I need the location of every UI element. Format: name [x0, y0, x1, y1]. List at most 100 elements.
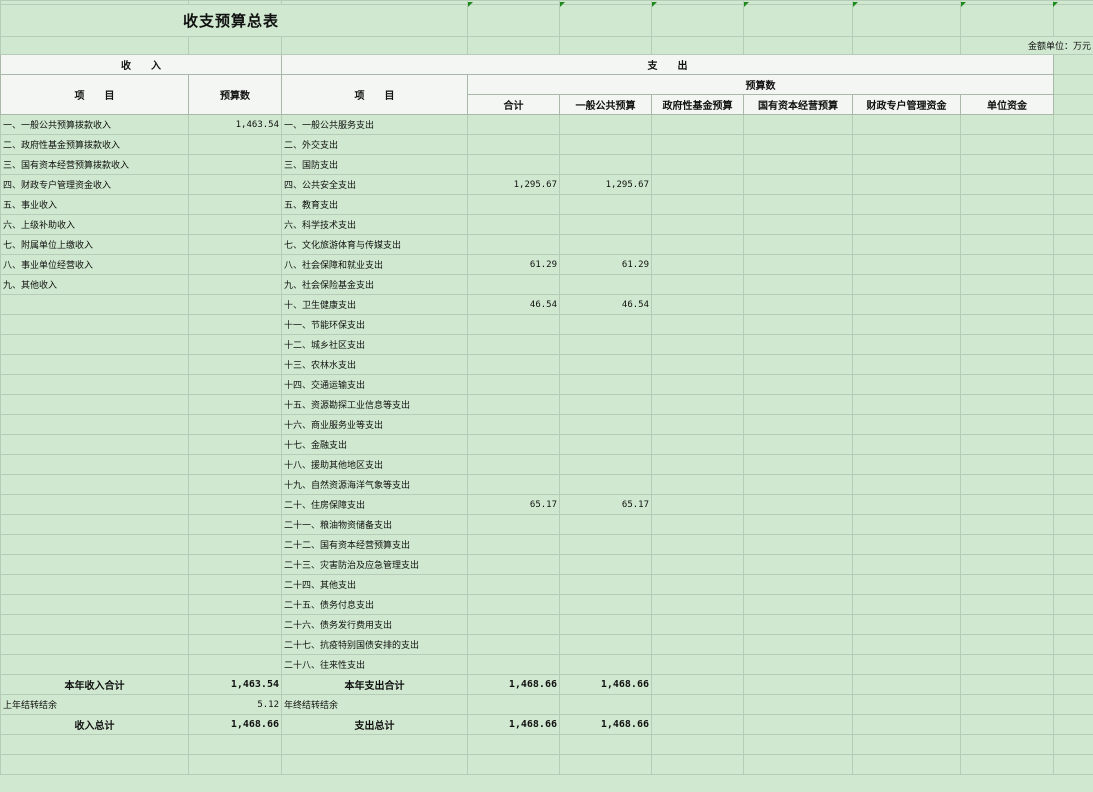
expense-item-cell[interactable]: 十八、援助其他地区支出	[281, 454, 468, 475]
income-item-cell[interactable]	[0, 474, 189, 495]
empty-cell[interactable]	[852, 714, 961, 735]
empty-cell[interactable]	[852, 134, 961, 155]
empty-cell[interactable]	[960, 154, 1054, 175]
expense-total-cell[interactable]	[467, 274, 560, 295]
expense-item-cell[interactable]: 五、教育支出	[281, 194, 468, 215]
empty-cell[interactable]	[651, 754, 744, 775]
empty-cell[interactable]	[1053, 754, 1093, 775]
expense-total-cell[interactable]: 65.17	[467, 494, 560, 515]
expense-item-cell[interactable]: 十六、商业服务业等支出	[281, 414, 468, 435]
empty-cell[interactable]	[651, 554, 744, 575]
empty-cell[interactable]	[651, 734, 744, 755]
empty-cell[interactable]	[651, 434, 744, 455]
expense-general-cell[interactable]	[559, 214, 652, 235]
empty-cell[interactable]	[743, 274, 853, 295]
expense-item-cell[interactable]: 十一、节能环保支出	[281, 314, 468, 335]
empty-cell[interactable]	[852, 634, 961, 655]
empty-cell[interactable]	[743, 254, 853, 275]
empty-cell[interactable]	[651, 294, 744, 315]
empty-cell[interactable]	[559, 754, 652, 775]
empty-cell[interactable]	[1053, 574, 1093, 595]
expense-general-cell[interactable]	[559, 634, 652, 655]
empty-cell[interactable]	[960, 414, 1054, 435]
empty-cell[interactable]	[1053, 714, 1093, 735]
expense-general-cell[interactable]: 1,295.67	[559, 174, 652, 195]
total-cell[interactable]: 上年结转结余	[0, 694, 189, 715]
empty-cell[interactable]	[1053, 594, 1093, 615]
expense-total-cell[interactable]	[467, 154, 560, 175]
total-cell[interactable]	[559, 694, 652, 715]
empty-cell[interactable]	[852, 114, 961, 135]
expense-item-cell[interactable]: 十七、金融支出	[281, 434, 468, 455]
expense-total-cell[interactable]	[467, 574, 560, 595]
income-value-cell[interactable]	[188, 494, 282, 515]
empty-cell[interactable]	[960, 234, 1054, 255]
income-item-cell[interactable]	[0, 334, 189, 355]
empty-cell[interactable]	[960, 494, 1054, 515]
expense-general-cell[interactable]	[559, 274, 652, 295]
empty-cell[interactable]	[960, 114, 1054, 135]
expense-item-cell[interactable]: 四、公共安全支出	[281, 174, 468, 195]
empty-cell[interactable]	[0, 754, 189, 775]
empty-cell[interactable]	[743, 294, 853, 315]
expense-general-cell[interactable]	[559, 134, 652, 155]
expense-item-cell[interactable]: 二、外交支出	[281, 134, 468, 155]
empty-cell[interactable]	[467, 734, 560, 755]
income-item-cell[interactable]: 四、财政专户管理资金收入	[0, 174, 189, 195]
empty-cell[interactable]	[852, 234, 961, 255]
expense-total-cell[interactable]	[467, 534, 560, 555]
expense-general-cell[interactable]	[559, 574, 652, 595]
general-budget-header[interactable]: 一般公共预算	[559, 94, 652, 115]
expense-item-cell[interactable]: 八、社会保障和就业支出	[281, 254, 468, 275]
empty-cell[interactable]	[960, 454, 1054, 475]
empty-cell[interactable]	[960, 614, 1054, 635]
empty-cell[interactable]	[743, 154, 853, 175]
income-value-cell[interactable]	[188, 334, 282, 355]
total-cell[interactable]: 1,468.66	[559, 714, 652, 735]
empty-cell[interactable]	[651, 134, 744, 155]
total-cell[interactable]: 1,468.66	[467, 714, 560, 735]
income-value-cell[interactable]	[188, 354, 282, 375]
income-value-cell[interactable]	[188, 434, 282, 455]
empty-cell[interactable]	[651, 594, 744, 615]
empty-cell[interactable]	[960, 694, 1054, 715]
income-value-cell[interactable]	[188, 154, 282, 175]
income-item-cell[interactable]	[0, 614, 189, 635]
empty-cell[interactable]	[0, 734, 189, 755]
income-value-cell[interactable]	[188, 394, 282, 415]
empty-cell[interactable]	[743, 474, 853, 495]
empty-cell[interactable]	[960, 394, 1054, 415]
empty-cell[interactable]	[743, 694, 853, 715]
expense-general-cell[interactable]	[559, 654, 652, 675]
empty-cell[interactable]	[743, 634, 853, 655]
income-item-cell[interactable]	[0, 514, 189, 535]
income-header[interactable]: 收 入	[0, 54, 282, 75]
total-cell[interactable]: 支出总计	[281, 714, 468, 735]
empty-cell[interactable]	[852, 154, 961, 175]
empty-cell[interactable]	[960, 294, 1054, 315]
income-item-cell[interactable]	[0, 294, 189, 315]
expense-item-cell[interactable]: 一、一般公共服务支出	[281, 114, 468, 135]
expense-general-cell[interactable]	[559, 614, 652, 635]
empty-cell[interactable]	[1053, 414, 1093, 435]
income-item-cell[interactable]	[0, 374, 189, 395]
expense-total-cell[interactable]: 46.54	[467, 294, 560, 315]
expense-total-cell[interactable]	[467, 114, 560, 135]
empty-cell[interactable]	[852, 314, 961, 335]
expense-item-cell[interactable]: 二十、住房保障支出	[281, 494, 468, 515]
empty-cell[interactable]	[852, 594, 961, 615]
empty-cell[interactable]	[1053, 394, 1093, 415]
empty-cell[interactable]	[852, 294, 961, 315]
empty-cell[interactable]	[651, 314, 744, 335]
empty-cell[interactable]	[743, 654, 853, 675]
income-value-cell[interactable]	[188, 634, 282, 655]
empty-cell[interactable]	[651, 694, 744, 715]
empty-cell[interactable]	[559, 734, 652, 755]
income-budget-header[interactable]: 预算数	[188, 74, 282, 115]
empty-cell[interactable]	[960, 654, 1054, 675]
expense-general-cell[interactable]: 65.17	[559, 494, 652, 515]
empty-cell[interactable]	[743, 194, 853, 215]
expense-general-cell[interactable]	[559, 194, 652, 215]
expense-general-cell[interactable]	[559, 234, 652, 255]
expense-general-cell[interactable]	[559, 554, 652, 575]
